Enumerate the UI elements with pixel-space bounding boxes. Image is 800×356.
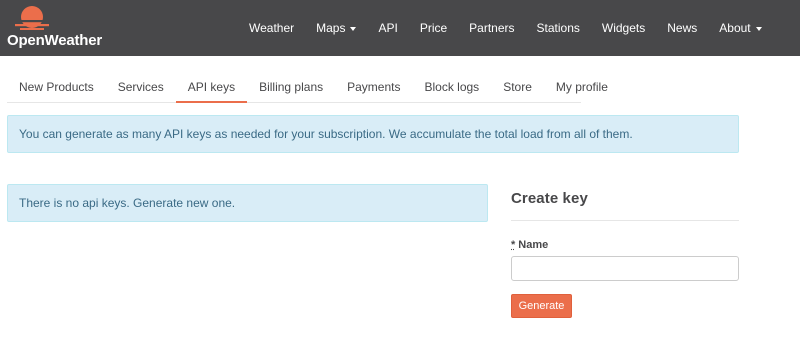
main-nav: Weather Maps API Price Partners Stations… xyxy=(238,0,773,56)
subscription-info-text: You can generate as many API keys as nee… xyxy=(19,127,633,141)
tab-billing-plans[interactable]: Billing plans xyxy=(247,74,335,103)
tab-api-keys[interactable]: API keys xyxy=(175,74,248,103)
nav-widgets-label: Widgets xyxy=(601,21,646,35)
account-tabs: New Products Services API keys Billing p… xyxy=(7,74,608,103)
nav-widgets[interactable]: Widgets xyxy=(591,0,656,56)
nav-price-label: Price xyxy=(419,21,448,35)
nav-news[interactable]: News xyxy=(656,0,708,56)
nav-partners-label: Partners xyxy=(469,21,515,35)
nav-maps[interactable]: Maps xyxy=(305,0,367,56)
sun-logo-icon xyxy=(12,6,52,30)
nav-stations-label: Stations xyxy=(536,21,580,35)
caret-down-icon xyxy=(350,26,357,31)
subscription-info-alert: You can generate as many API keys as nee… xyxy=(7,115,739,153)
nav-partners[interactable]: Partners xyxy=(458,0,525,56)
no-keys-text: There is no api keys. Generate new one. xyxy=(19,196,236,210)
tab-new-products[interactable]: New Products xyxy=(7,74,106,103)
nav-about-label: About xyxy=(719,21,751,35)
nav-about[interactable]: About xyxy=(708,0,772,56)
name-label-text: Name xyxy=(518,239,549,251)
generate-button[interactable]: Generate xyxy=(511,294,572,318)
create-key-title: Create key xyxy=(511,190,588,207)
nav-weather[interactable]: Weather xyxy=(238,0,305,56)
nav-news-label: News xyxy=(667,21,698,35)
caret-down-icon xyxy=(755,26,762,31)
nav-api-label: API xyxy=(378,21,398,35)
tab-services[interactable]: Services xyxy=(106,74,176,103)
tab-payments[interactable]: Payments xyxy=(335,74,412,103)
openweather-logo[interactable]: OpenWeather xyxy=(7,5,117,51)
top-navbar: OpenWeather Weather Maps API Price Partn… xyxy=(0,0,800,56)
tab-block-logs[interactable]: Block logs xyxy=(412,74,491,103)
no-keys-alert: There is no api keys. Generate new one. xyxy=(7,184,488,222)
tab-my-profile[interactable]: My profile xyxy=(544,74,620,103)
tab-store[interactable]: Store xyxy=(491,74,544,103)
divider xyxy=(511,220,739,221)
name-field-label: * Name xyxy=(511,239,548,251)
nav-stations[interactable]: Stations xyxy=(526,0,591,56)
required-marker: * xyxy=(511,239,516,251)
nav-weather-label: Weather xyxy=(249,21,295,35)
nav-price[interactable]: Price xyxy=(409,0,458,56)
brand-name: OpenWeather xyxy=(7,32,103,49)
nav-api[interactable]: API xyxy=(367,0,408,56)
key-name-input[interactable] xyxy=(511,256,739,281)
nav-maps-label: Maps xyxy=(316,21,346,35)
